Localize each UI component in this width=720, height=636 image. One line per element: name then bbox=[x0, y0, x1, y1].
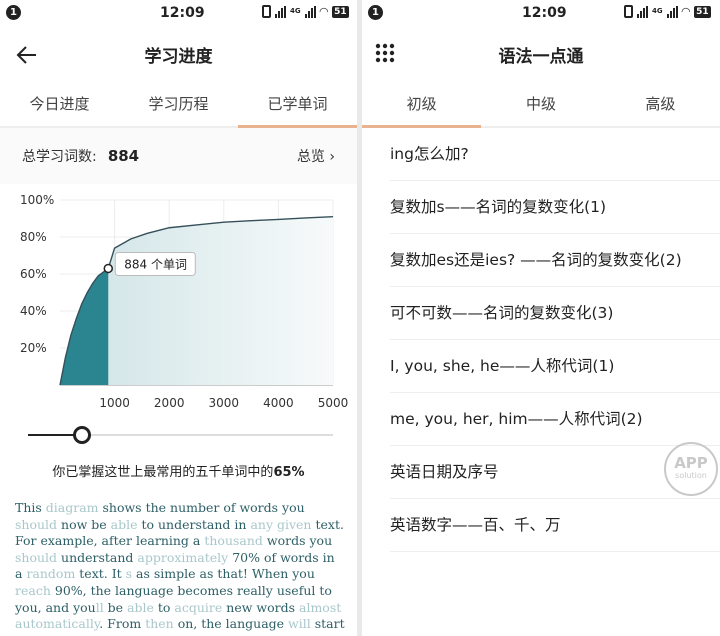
known-text: start bbox=[310, 616, 345, 632]
faded-word: acquire bbox=[174, 599, 223, 615]
signal-icon bbox=[275, 5, 286, 18]
app-bar-right: 语法一点通 bbox=[362, 26, 720, 82]
mastery-percent: 65% bbox=[273, 465, 305, 480]
faded-word: able bbox=[110, 516, 138, 532]
network-type: 4G bbox=[290, 7, 301, 15]
known-text: on, the language bbox=[173, 616, 289, 632]
y-tick-label: 40% bbox=[20, 304, 47, 318]
known-text: now be bbox=[57, 516, 111, 532]
x-tick-label: 4000 bbox=[263, 396, 294, 410]
tab-intermediate[interactable]: 中级 bbox=[481, 82, 600, 126]
total-words-count: 884 bbox=[107, 147, 140, 165]
tab-learning-history[interactable]: 学习历程 bbox=[119, 82, 238, 126]
lesson-item[interactable]: 复数加s——名词的复数变化(1) bbox=[390, 181, 720, 234]
y-tick-label: 80% bbox=[20, 230, 47, 244]
faded-word: will bbox=[288, 616, 311, 632]
known-text: words you bbox=[262, 533, 333, 549]
vocabulary-coverage-chart: 20% 40% 60% 80% 100% 1000 2000 3000 4000 5000 884 … bbox=[20, 193, 349, 410]
remaining-words-area bbox=[108, 216, 333, 385]
watermark-bottom: solution bbox=[675, 471, 707, 480]
wifi-icon: ◠ bbox=[681, 5, 691, 18]
word-count-slider[interactable] bbox=[28, 423, 333, 447]
total-words-label: 总学习词数: bbox=[22, 149, 97, 165]
word-count-summary: 总学习词数: 884 总览 › bbox=[0, 128, 357, 184]
vibrate-icon bbox=[624, 5, 633, 18]
lesson-item[interactable]: 可不可数——名词的复数变化(3) bbox=[390, 287, 720, 340]
known-text: new words bbox=[222, 599, 299, 615]
signal-icon-2 bbox=[666, 5, 678, 18]
x-tick-label: 3000 bbox=[209, 396, 240, 410]
lesson-item[interactable]: me, you, her, him——人称代词(2) bbox=[390, 393, 720, 446]
y-tick-label: 100% bbox=[20, 193, 54, 207]
known-text: shows the number of words you bbox=[98, 500, 305, 515]
x-tick-label: 1000 bbox=[99, 396, 130, 410]
faded-word: should bbox=[15, 549, 58, 565]
app-bar: 学习进度 bbox=[0, 26, 357, 82]
status-icons: 4G ◠ 51 bbox=[262, 5, 349, 18]
tab-advanced[interactable]: 高级 bbox=[601, 82, 720, 126]
status-bar-right: 1 12:09 4G ◠ 51 bbox=[362, 0, 720, 26]
faded-word: diagram bbox=[45, 500, 99, 515]
faded-word: approximately bbox=[137, 549, 229, 565]
battery-level: 51 bbox=[332, 5, 349, 18]
right-screen: 1 12:09 4G ◠ 51 语法一点通 初级 中级 高级 ing怎么加? 复… bbox=[362, 0, 720, 636]
y-tick-label: 20% bbox=[20, 341, 47, 355]
faded-word: thousand bbox=[204, 533, 263, 549]
network-type-right: 4G bbox=[652, 7, 663, 15]
lesson-item[interactable]: ing怎么加? bbox=[390, 128, 720, 181]
status-time: 12:09 bbox=[160, 5, 205, 21]
known-text: This bbox=[15, 500, 46, 515]
known-text: to understand in bbox=[137, 516, 251, 532]
grammar-lesson-list: ing怎么加? 复数加s——名词的复数变化(1) 复数加es还是ies? ——名… bbox=[362, 128, 720, 552]
tab-today-progress[interactable]: 今日进度 bbox=[0, 82, 119, 126]
faded-word: able bbox=[127, 599, 154, 615]
vibrate-icon bbox=[262, 5, 271, 18]
page-title: 学习进度 bbox=[144, 47, 213, 67]
known-text: as simple as that! When you bbox=[132, 566, 315, 582]
battery-level-right: 51 bbox=[694, 5, 711, 18]
x-tick-label: 2000 bbox=[154, 396, 185, 410]
lesson-item[interactable]: 复数加es还是ies? ——名词的复数变化(2) bbox=[390, 234, 720, 287]
left-screen: 1 12:09 4G ◠ 51 学习进度 今日进度 学习历程 已学单词 总学习词… bbox=[0, 0, 357, 636]
app-solution-watermark: APP solution bbox=[664, 442, 718, 496]
progress-tabs: 今日进度 学习历程 已学单词 bbox=[0, 82, 357, 128]
current-position-marker bbox=[103, 263, 114, 274]
faded-word: random bbox=[26, 566, 76, 582]
watermark-top: APP bbox=[674, 454, 708, 472]
signal-icon bbox=[637, 5, 648, 18]
tab-beginner[interactable]: 初级 bbox=[362, 82, 482, 128]
lesson-item[interactable]: 英语数字——百、千、万 bbox=[390, 499, 720, 552]
faded-word: ll bbox=[95, 599, 104, 615]
faded-word: any given bbox=[250, 516, 312, 532]
status-bar: 1 12:09 4G ◠ 51 bbox=[0, 0, 357, 26]
known-text: understand bbox=[57, 549, 138, 565]
mastery-text: 你已掌握这世上最常用的五千单词中的65% bbox=[0, 461, 357, 480]
notification-badge-right: 1 bbox=[368, 5, 383, 20]
wifi-icon: ◠ bbox=[319, 5, 329, 18]
status-icons-right: 4G ◠ 51 bbox=[624, 5, 711, 18]
signal-icon-2 bbox=[304, 5, 316, 18]
faded-word: then bbox=[145, 616, 174, 632]
explanation-paragraph: This diagram shows the number of words y… bbox=[15, 500, 345, 636]
slider-handle[interactable] bbox=[72, 426, 91, 444]
grammar-title: 语法一点通 bbox=[498, 47, 584, 67]
notification-badge: 1 bbox=[6, 5, 21, 20]
overview-link[interactable]: 总览 › bbox=[297, 146, 335, 166]
lesson-item[interactable]: I, you, she, he——人称代词(1) bbox=[390, 340, 720, 393]
known-text: to bbox=[153, 599, 175, 615]
mastery-prefix: 你已掌握这世上最常用的五千单词中的 bbox=[52, 465, 274, 480]
tab-learned-words[interactable]: 已学单词 bbox=[238, 82, 357, 128]
known-text: be bbox=[103, 599, 128, 615]
x-tick-label: 5000 bbox=[318, 396, 349, 410]
faded-word: should bbox=[15, 516, 58, 532]
known-text: . From bbox=[99, 616, 146, 632]
status-time-right: 12:09 bbox=[522, 5, 567, 21]
known-text: text. It bbox=[75, 566, 126, 582]
learned-words-area bbox=[60, 268, 109, 385]
faded-word: reach bbox=[15, 582, 51, 598]
y-tick-label: 60% bbox=[20, 267, 47, 281]
callout-label: 884 个单词 bbox=[124, 257, 187, 271]
level-tabs: 初级 中级 高级 bbox=[362, 82, 720, 128]
